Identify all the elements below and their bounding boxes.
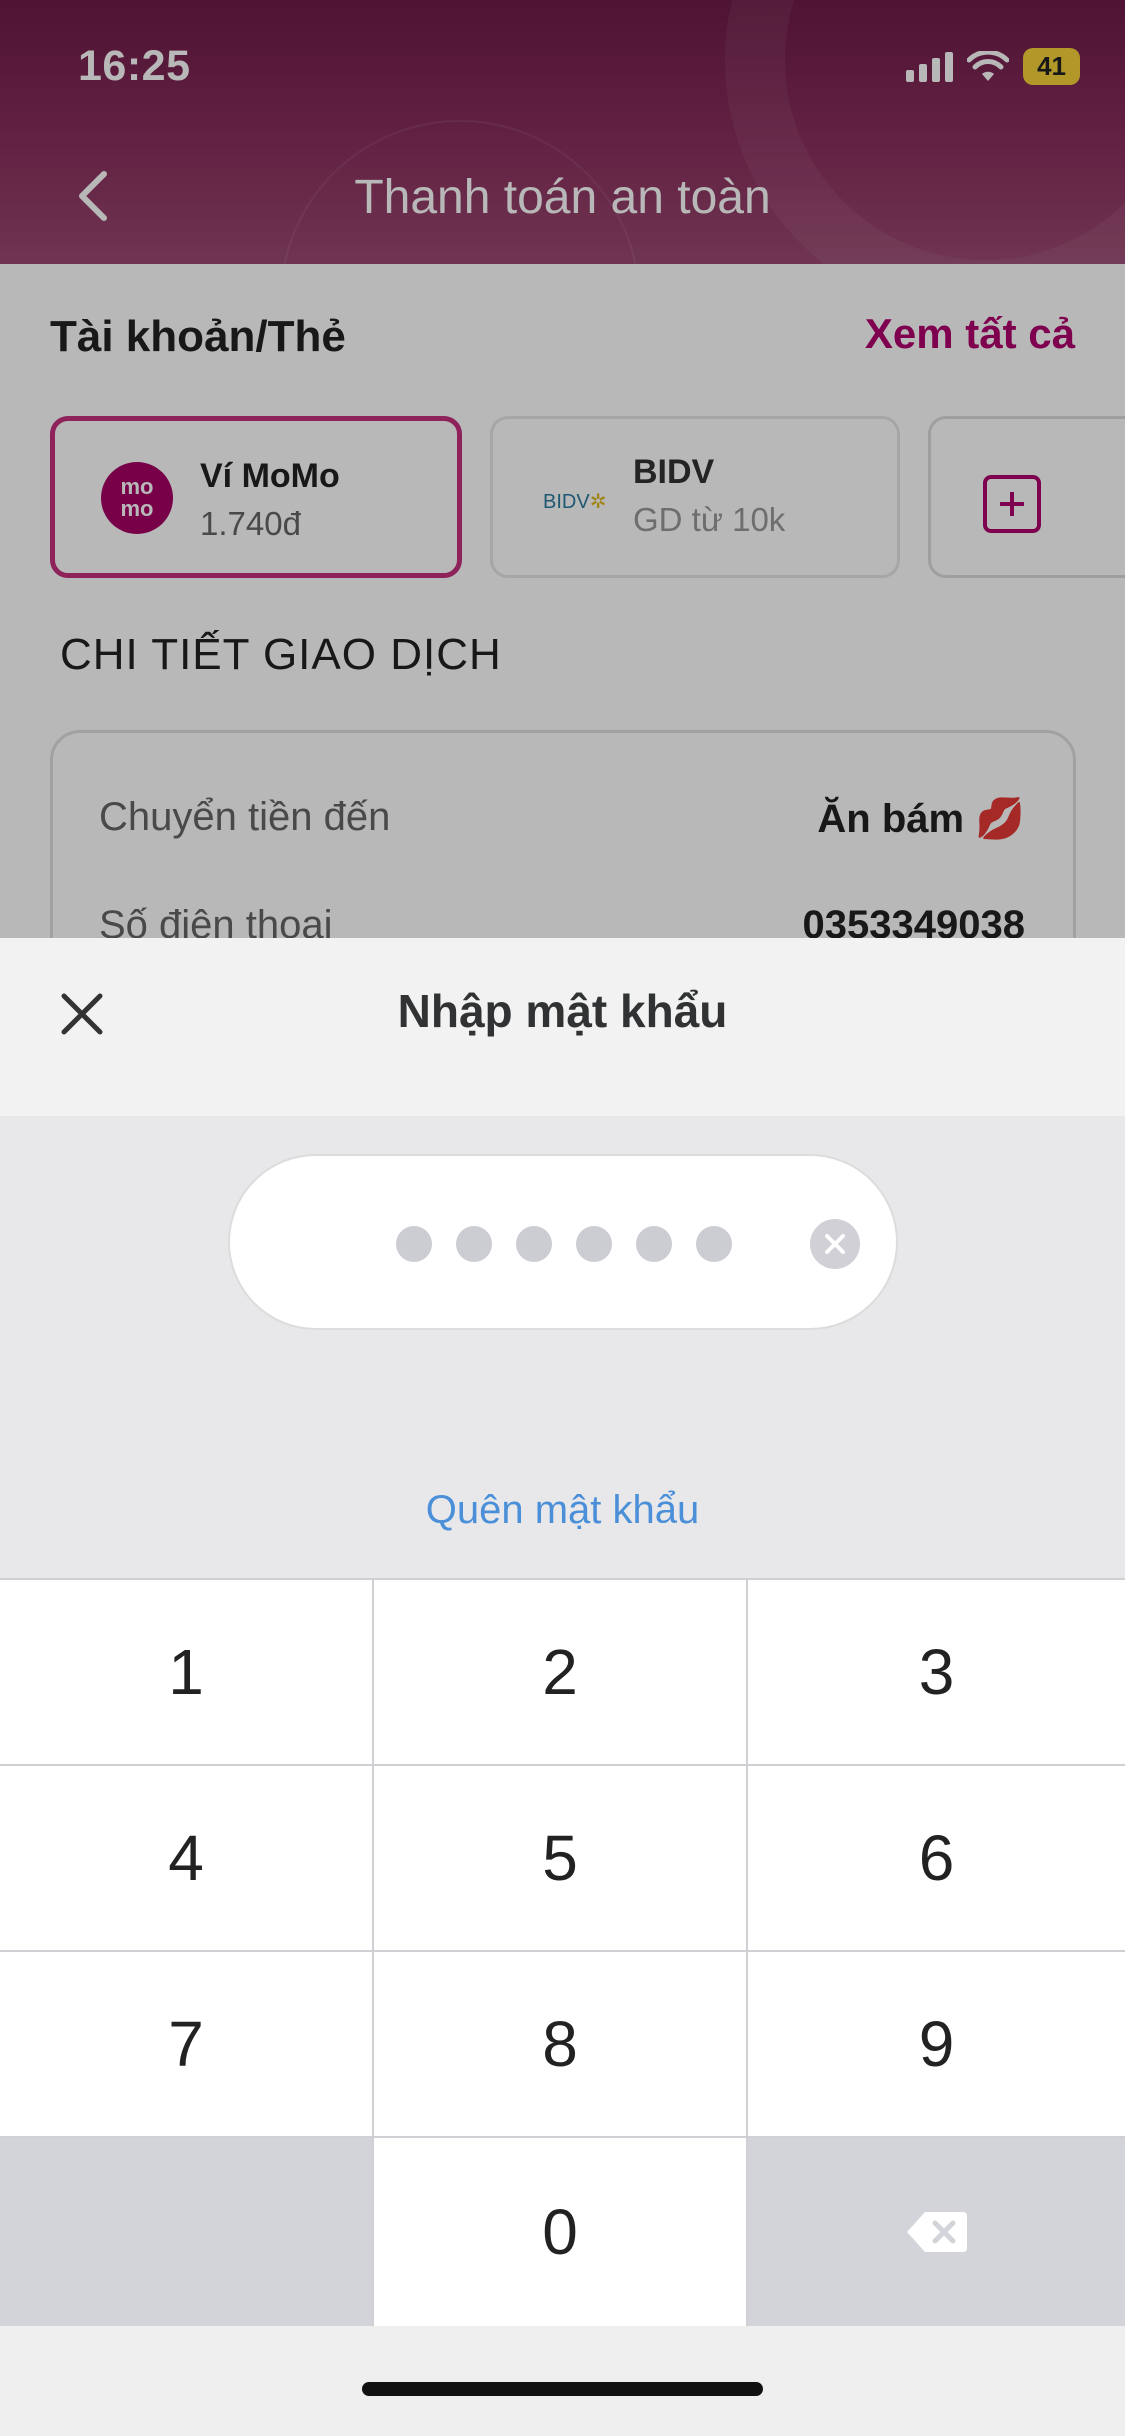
- home-indicator-area: [0, 2326, 1125, 2436]
- pin-dots: [396, 1226, 732, 1262]
- key-5[interactable]: 5: [374, 1766, 746, 1950]
- password-sheet: Nhập mật khẩu Quên mật khẩu 1 2 3 4 5 6 …: [0, 938, 1125, 2436]
- pin-input[interactable]: [228, 1154, 898, 1330]
- key-4[interactable]: 4: [0, 1766, 372, 1950]
- home-indicator[interactable]: [362, 2382, 763, 2396]
- backspace-icon: [906, 2212, 967, 2252]
- pin-dot: [576, 1226, 612, 1262]
- pin-dot: [396, 1226, 432, 1262]
- key-1[interactable]: 1: [0, 1580, 372, 1764]
- clear-icon: [825, 1234, 845, 1254]
- key-2[interactable]: 2: [374, 1580, 746, 1764]
- key-8[interactable]: 8: [374, 1952, 746, 2136]
- pin-dot: [516, 1226, 552, 1262]
- key-blank: [0, 2138, 372, 2326]
- clear-pin-button[interactable]: [810, 1219, 860, 1269]
- key-9[interactable]: 9: [748, 1952, 1125, 2136]
- sheet-title: Nhập mật khẩu: [397, 985, 728, 1037]
- pin-dot: [636, 1226, 672, 1262]
- backspace-key[interactable]: [748, 2138, 1125, 2326]
- key-0[interactable]: 0: [374, 2138, 746, 2326]
- key-3[interactable]: 3: [748, 1580, 1125, 1764]
- key-6[interactable]: 6: [748, 1766, 1125, 1950]
- forgot-password-link[interactable]: Quên mật khẩu: [0, 1488, 1125, 1533]
- pin-dot: [456, 1226, 492, 1262]
- key-7[interactable]: 7: [0, 1952, 372, 2136]
- sheet-header: Nhập mật khẩu: [0, 938, 1125, 1116]
- numeric-keypad: 1 2 3 4 5 6 7 8 9 0: [0, 1578, 1125, 2326]
- pin-dot: [696, 1226, 732, 1262]
- modal-backdrop[interactable]: [0, 0, 1125, 938]
